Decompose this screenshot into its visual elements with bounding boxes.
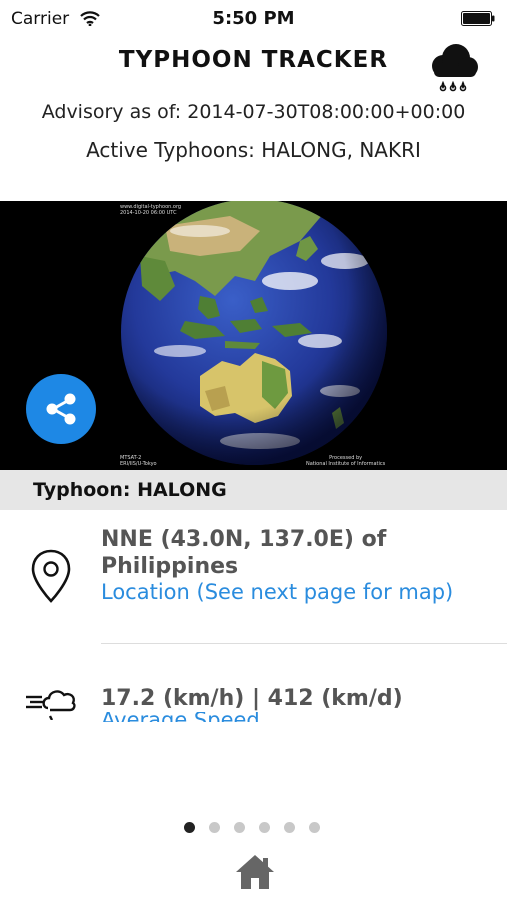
advisory-timestamp: Advisory as of: 2014-07-30T08:00:00+00:0… (41, 101, 466, 123)
speed-label[interactable]: Average Speed (101, 712, 260, 722)
page-dot[interactable] (309, 822, 320, 833)
home-icon[interactable] (234, 853, 276, 891)
share-icon (46, 393, 76, 425)
status-bar: Carrier 5:50 PM (0, 0, 507, 36)
page-dot[interactable] (284, 822, 295, 833)
wind-cloud-icon (26, 690, 76, 720)
satellite-caption-top: www.digital-typhoon.org 2014-10-20 06:00… (120, 204, 182, 216)
battery-icon (461, 11, 495, 26)
speed-label-clip: Average Speed (101, 712, 481, 722)
row-divider (101, 643, 507, 644)
location-pin-icon (31, 549, 71, 603)
location-link[interactable]: Location (See next page for map) (101, 580, 471, 604)
page-dot[interactable] (184, 822, 195, 833)
page-dot[interactable] (209, 822, 220, 833)
section-header: Typhoon: HALONG (0, 470, 507, 510)
page-dot[interactable] (234, 822, 245, 833)
satellite-caption-bottom-left: MTSAT-2 ERI/IIS/U-Tokyo (120, 455, 157, 467)
speed-value: 17.2 (km/h) | 412 (km/d) (101, 686, 403, 711)
satellite-caption-bottom-right: Processed by National Institute of Infor… (306, 455, 386, 467)
page-dot[interactable] (259, 822, 270, 833)
location-value: NNE (43.0N, 137.0E) of Philippines (101, 527, 387, 579)
share-button[interactable] (26, 374, 96, 444)
status-time: 5:50 PM (212, 8, 295, 29)
typhoon-name: Typhoon: HALONG (33, 479, 227, 501)
active-typhoons: Active Typhoons: HALONG, NAKRI (86, 138, 421, 162)
cloud-rain-icon[interactable] (426, 42, 480, 94)
